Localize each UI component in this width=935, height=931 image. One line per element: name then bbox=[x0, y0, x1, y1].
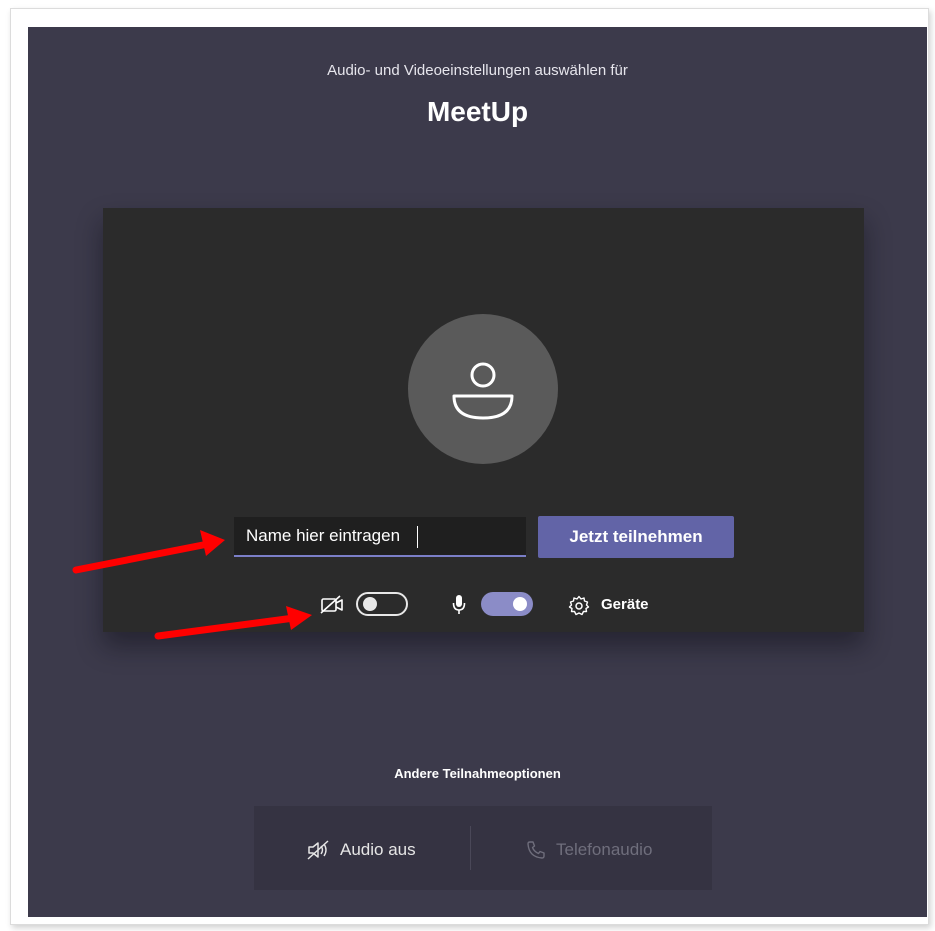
avatar bbox=[408, 314, 558, 464]
name-input[interactable] bbox=[234, 517, 526, 557]
microphone-toggle[interactable] bbox=[481, 592, 533, 616]
speaker-off-icon[interactable] bbox=[306, 839, 332, 861]
microphone-toggle-knob bbox=[513, 597, 527, 611]
text-caret bbox=[417, 526, 418, 548]
options-divider bbox=[470, 826, 471, 870]
camera-toggle[interactable] bbox=[356, 592, 408, 616]
person-icon bbox=[452, 362, 514, 420]
red-arrow bbox=[72, 530, 225, 574]
phone-audio-option: Telefonaudio bbox=[556, 840, 653, 859]
devices-label[interactable]: Geräte bbox=[601, 596, 649, 613]
microphone-icon[interactable] bbox=[452, 593, 466, 617]
camera-toggle-knob bbox=[363, 597, 377, 611]
settings-subtitle: Audio- und Videoeinstellungen auswählen … bbox=[327, 62, 628, 79]
phone-icon bbox=[527, 841, 545, 859]
red-arrow bbox=[154, 606, 312, 640]
meeting-title: MeetUp bbox=[426, 96, 529, 127]
audio-off-option[interactable]: Audio aus bbox=[340, 840, 416, 860]
join-now-button[interactable]: Jetzt teilnehmen bbox=[538, 516, 734, 558]
camera-off-icon[interactable] bbox=[320, 595, 346, 615]
gear-icon[interactable] bbox=[568, 595, 590, 617]
other-options-heading: Andere Teilnahmeoptionen bbox=[394, 766, 561, 781]
